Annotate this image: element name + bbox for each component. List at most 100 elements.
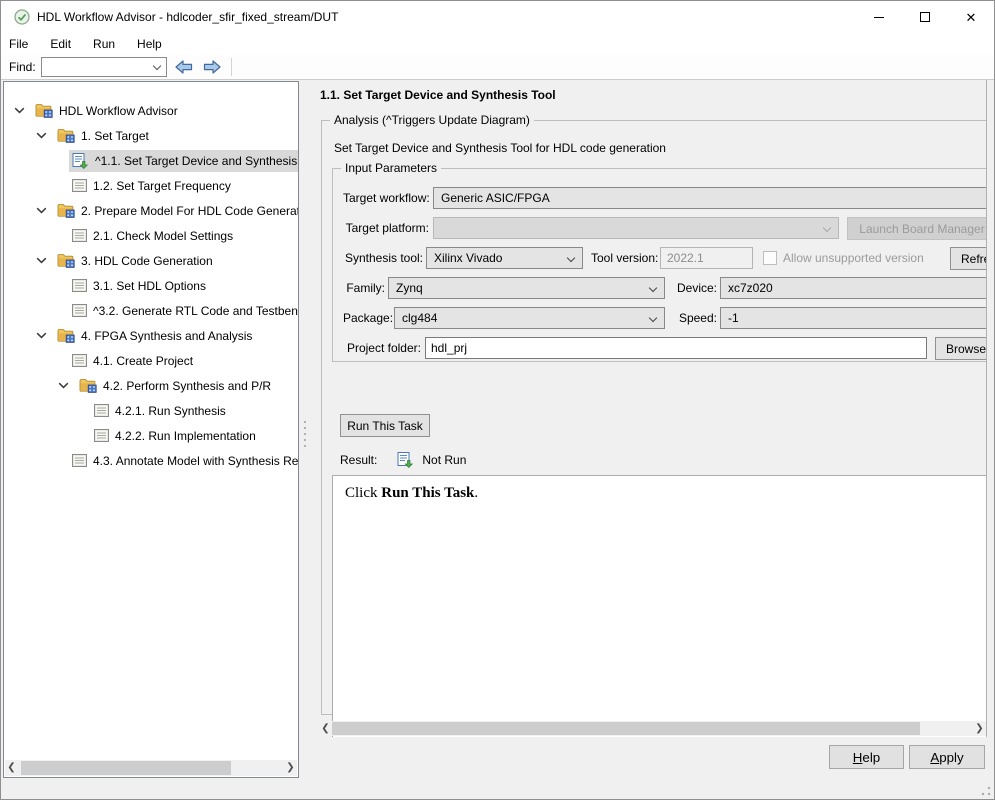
tree-horizontal-scrollbar[interactable]: ❮ ❯ [5,760,297,776]
family-value: Zynq [396,281,423,295]
task-list-icon [72,229,87,242]
scroll-left-icon[interactable]: ❮ [319,721,332,736]
task-list-icon [94,429,109,442]
tree-item-body[interactable]: 1. Set Target [54,125,298,147]
tree-scrollbar-thumb[interactable] [21,761,231,775]
scroll-right-icon[interactable]: ❯ [973,721,986,736]
tree-item[interactable]: HDL Workflow Advisor [4,98,298,123]
menu-edit[interactable]: Edit [50,37,81,51]
help-accel: H [852,749,863,765]
tree-item-body[interactable]: 4.2.1. Run Synthesis [91,400,298,422]
task-list-icon [72,304,87,317]
tree-item-body[interactable]: HDL Workflow Advisor [32,100,298,122]
tree-item[interactable]: 1.2. Set Target Frequency [4,173,298,198]
tree-item-body[interactable]: 3. HDL Code Generation [54,250,298,272]
refresh-button[interactable]: Refresh [950,247,986,270]
chevron-down-icon[interactable] [566,253,576,263]
tree-item-body[interactable]: 4. FPGA Synthesis and Analysis [54,325,298,347]
titlebar[interactable]: HDL Workflow Advisor - hdlcoder_sfir_fix… [1,1,994,33]
minimize-button[interactable] [856,1,902,33]
launch-board-manager-button: Launch Board Manager [847,217,986,240]
result-row: Result: Not Run [340,451,466,469]
project-folder-input[interactable]: hdl_prj [425,337,927,359]
tree-item-body[interactable]: 2.1. Check Model Settings [69,225,298,247]
target-workflow-label: Target workflow: [343,191,430,205]
tree-item[interactable]: 4.2.2. Run Implementation [4,423,298,448]
synthesis-tool-combobox[interactable]: Xilinx Vivado [426,247,583,269]
menu-file[interactable]: File [9,37,38,51]
task-list-icon [94,404,109,417]
package-combobox[interactable]: clg484 [394,307,665,329]
menu-help[interactable]: Help [137,37,172,51]
tree-item-label: ^1.1. Set Target Device and Synthesis To… [95,153,298,168]
panel-horizontal-scrollbar[interactable]: ❮ ❯ [319,721,986,736]
chevron-down-icon[interactable] [36,132,54,139]
find-previous-button[interactable] [173,58,195,76]
chevron-down-icon[interactable] [58,382,76,389]
apply-button[interactable]: Apply [909,745,985,769]
panel-scrollbar-thumb[interactable] [332,722,920,735]
maximize-icon [920,12,930,22]
tree-item-body[interactable]: 4.3. Annotate Model with Synthesis Resul… [69,450,298,472]
tree-item-body[interactable]: 1.2. Set Target Frequency [69,175,298,197]
chevron-down-icon[interactable] [36,207,54,214]
workflow-folder-icon [57,328,75,343]
tree-item-body[interactable]: ^1.1. Set Target Device and Synthesis To… [69,149,298,172]
run-this-task-button[interactable]: Run This Task [340,414,430,437]
tree-item[interactable]: 2. Prepare Model For HDL Code Generation [4,198,298,223]
tree-item[interactable]: 4.1. Create Project [4,348,298,373]
maximize-button[interactable] [902,1,948,33]
tree-item-body[interactable]: 4.1. Create Project [69,350,298,372]
tree-item[interactable]: 4.2.1. Run Synthesis [4,398,298,423]
menu-run[interactable]: Run [93,37,125,51]
chevron-down-icon[interactable] [36,257,54,264]
find-label: Find: [9,60,36,74]
tree-item-label: 2. Prepare Model For HDL Code Generation [81,203,298,218]
chevron-down-icon[interactable] [648,313,658,323]
tree-item-body[interactable]: 2. Prepare Model For HDL Code Generation [54,200,298,222]
tree-item-body[interactable]: ^3.2. Generate RTL Code and Testbench [69,300,298,322]
resize-grip[interactable] [981,786,991,796]
find-combobox[interactable] [40,57,167,77]
tree-item[interactable]: 3.1. Set HDL Options [4,273,298,298]
browse-button[interactable]: Browse... [935,337,986,360]
scroll-right-icon[interactable]: ❯ [284,760,297,775]
panel-splitter-handle[interactable] [302,421,308,451]
find-next-button[interactable] [201,58,223,76]
tree-item-body[interactable]: 4.2. Perform Synthesis and P/R [76,375,298,397]
tree-item[interactable]: 4.2. Perform Synthesis and P/R [4,373,298,398]
speed-combobox[interactable]: -1 [720,307,986,329]
chevron-down-icon[interactable] [152,61,161,71]
help-button[interactable]: Help [829,745,904,769]
close-button[interactable]: ✕ [948,1,994,33]
tree-item[interactable]: 4.3. Annotate Model with Synthesis Resul… [4,448,298,473]
synthesis-tool-value: Xilinx Vivado [434,251,503,265]
tree-item-body[interactable]: 3.1. Set HDL Options [69,275,298,297]
chevron-down-icon[interactable] [14,107,32,114]
tree-item[interactable]: 3. HDL Code Generation [4,248,298,273]
chevron-down-icon[interactable] [36,332,54,339]
window-title: HDL Workflow Advisor - hdlcoder_sfir_fix… [37,10,339,24]
tree-item-label: HDL Workflow Advisor [59,103,178,118]
device-combobox[interactable]: xc7z020 [720,277,986,299]
scroll-left-icon[interactable]: ❮ [5,760,18,775]
family-label: Family: [346,281,385,295]
target-workflow-combobox[interactable]: Generic ASIC/FPGA [433,187,986,209]
menubar: File Edit Run Help [1,33,994,55]
tree-item[interactable]: ^1.1. Set Target Device and Synthesis To… [4,148,298,173]
family-combobox[interactable]: Zynq [388,277,665,299]
advisor-app-icon [14,9,30,25]
tree-item[interactable]: 2.1. Check Model Settings [4,223,298,248]
chevron-down-icon[interactable] [648,283,658,293]
tree-item-body[interactable]: 4.2.2. Run Implementation [91,425,298,447]
tree-item[interactable]: 4. FPGA Synthesis and Analysis [4,323,298,348]
allow-unsupported-checkbox [763,251,777,265]
tree-item[interactable]: 1. Set Target [4,123,298,148]
task-list-icon [72,179,87,192]
project-folder-label: Project folder: [346,341,421,355]
tree-item[interactable]: ^3.2. Generate RTL Code and Testbench [4,298,298,323]
arrow-left-icon [175,60,192,74]
tree-item-label: 4.2.2. Run Implementation [115,428,256,443]
find-input[interactable] [43,59,148,75]
toolbar-separator [230,58,232,76]
